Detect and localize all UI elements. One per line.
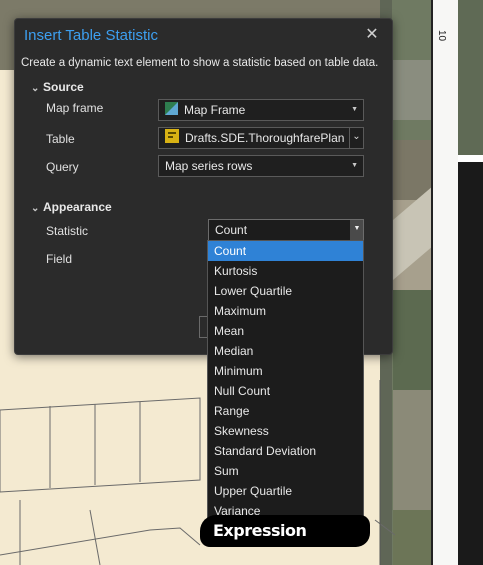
dialog-title: Insert Table Statistic: [24, 27, 158, 44]
map-frame-icon: [165, 101, 178, 120]
query-select[interactable]: Map series rows ▼: [158, 155, 364, 177]
dropdown-option-lower-quartile[interactable]: Lower Quartile: [208, 281, 363, 301]
ruler-label: 10: [436, 29, 448, 42]
map-frame-label: Map frame: [46, 101, 104, 115]
expression-overlay: Expression: [200, 515, 370, 547]
dropdown-option-upper-quartile[interactable]: Upper Quartile: [208, 481, 363, 501]
dropdown-option-mean[interactable]: Mean: [208, 321, 363, 341]
table-label: Table: [46, 132, 75, 146]
source-section-header[interactable]: ⌄ Source: [31, 80, 84, 94]
dialog-description: Create a dynamic text element to show a …: [21, 57, 379, 69]
chevron-down-icon: ⌄: [31, 203, 40, 214]
dropdown-option-sum[interactable]: Sum: [208, 461, 363, 481]
statistic-value: Count: [215, 223, 248, 237]
appearance-header-label: Appearance: [43, 200, 112, 214]
field-label: Field: [46, 252, 73, 266]
query-label: Query: [46, 160, 79, 174]
dropdown-option-median[interactable]: Median: [208, 341, 363, 361]
statistic-label: Statistic: [46, 224, 89, 238]
chevron-down-icon[interactable]: ⌄: [349, 128, 363, 148]
dropdown-arrow-icon: ▼: [351, 162, 358, 169]
map-frame-value: Map Frame: [184, 103, 246, 117]
dropdown-option-null-count[interactable]: Null Count: [208, 381, 363, 401]
dropdown-option-count[interactable]: Count: [208, 241, 363, 261]
dropdown-option-kurtosis[interactable]: Kurtosis: [208, 261, 363, 281]
table-select[interactable]: Drafts.SDE.ThoroughfarePlan ⌄: [158, 127, 364, 149]
statistic-dropdown-list: Count Kurtosis Lower Quartile Maximum Me…: [207, 240, 364, 520]
dropdown-option-range[interactable]: Range: [208, 401, 363, 421]
dropdown-option-standard-deviation[interactable]: Standard Deviation: [208, 441, 363, 461]
dropdown-option-minimum[interactable]: Minimum: [208, 361, 363, 381]
table-icon: [165, 128, 179, 148]
query-value: Map series rows: [165, 159, 253, 173]
appearance-section-header[interactable]: ⌄ Appearance: [31, 200, 112, 214]
source-header-label: Source: [43, 80, 84, 94]
dropdown-arrow-icon[interactable]: ▼: [350, 220, 363, 240]
table-value: Drafts.SDE.ThoroughfarePlan: [185, 131, 345, 145]
dropdown-option-maximum[interactable]: Maximum: [208, 301, 363, 321]
expression-label: Expression: [213, 521, 307, 540]
chevron-down-icon: ⌄: [31, 83, 40, 94]
dropdown-option-skewness[interactable]: Skewness: [208, 421, 363, 441]
close-icon[interactable]: ✕: [362, 25, 382, 45]
statistic-select[interactable]: Count ▼: [208, 219, 364, 241]
dropdown-arrow-icon: ▼: [351, 106, 358, 113]
map-frame-select[interactable]: Map Frame ▼: [158, 99, 364, 121]
